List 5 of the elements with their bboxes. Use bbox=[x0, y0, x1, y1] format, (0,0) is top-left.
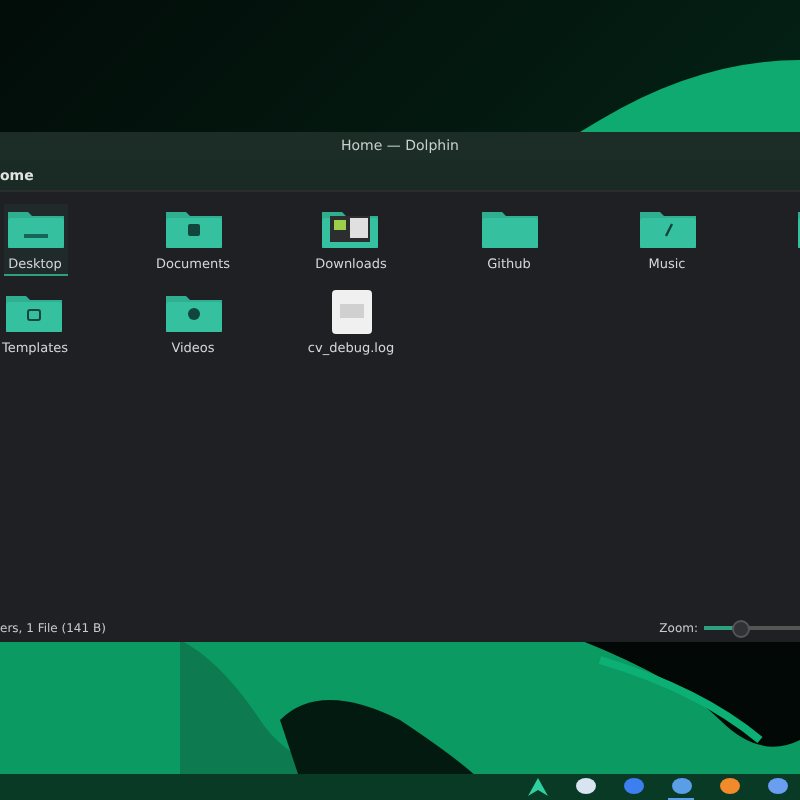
app-icon[interactable] bbox=[767, 778, 787, 794]
app-icon[interactable] bbox=[575, 778, 595, 794]
app-icon[interactable] bbox=[671, 778, 691, 794]
text-file-icon bbox=[329, 288, 373, 336]
app-icon[interactable] bbox=[719, 778, 739, 794]
